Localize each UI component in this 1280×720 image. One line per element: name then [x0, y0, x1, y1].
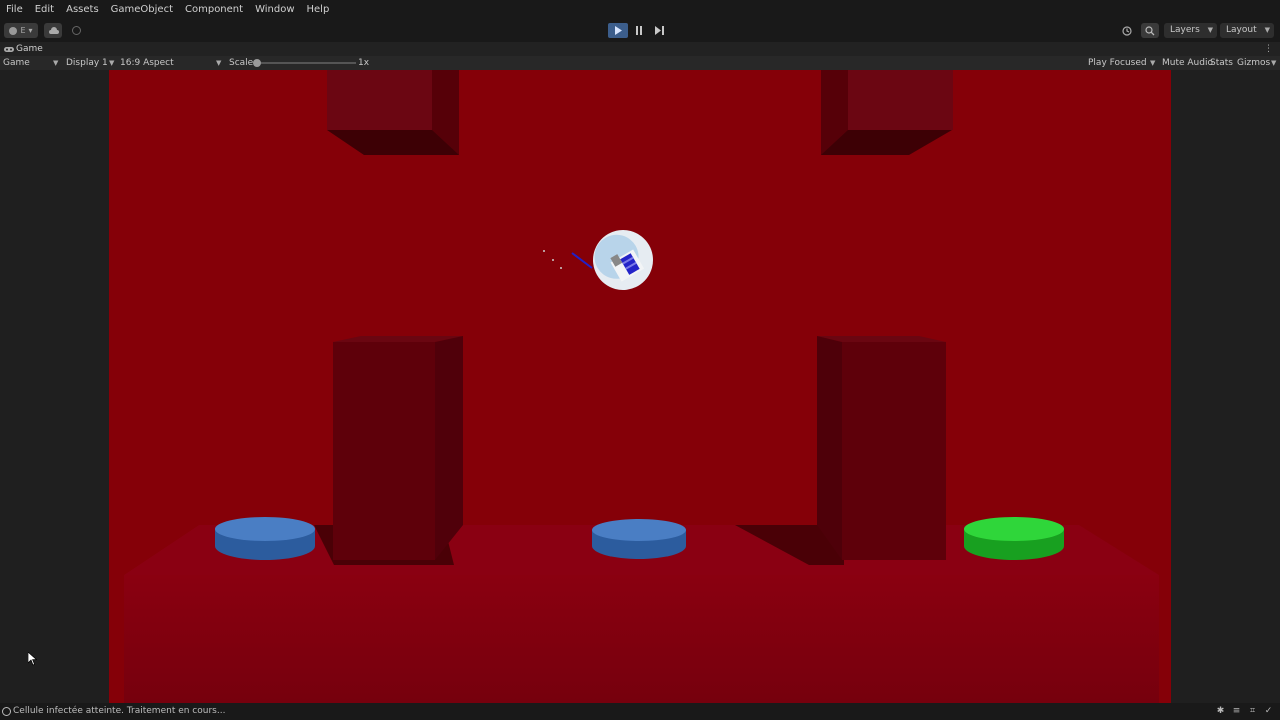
tab-bar: Game ⋮ — [0, 42, 1280, 56]
pause-icon — [635, 26, 642, 35]
menu-file[interactable]: File — [0, 0, 29, 20]
network-icon[interactable]: ⌗ — [1247, 706, 1258, 717]
chevron-down-icon: ▼ — [109, 59, 115, 67]
playback-controls — [608, 23, 670, 38]
scale-value: 1x — [358, 58, 370, 68]
kebab-menu-icon[interactable]: ⋮ — [1264, 42, 1273, 56]
gamepad-icon — [4, 46, 14, 52]
database-icon[interactable]: ≡ — [1231, 706, 1242, 717]
mute-audio-toggle[interactable]: Mute Audio — [1162, 56, 1213, 70]
layout-label: Layout — [1226, 25, 1257, 35]
play-button[interactable] — [608, 23, 628, 38]
account-icon — [9, 26, 18, 35]
cloud-button[interactable] — [44, 23, 62, 38]
search-icon — [1145, 25, 1155, 35]
status-message[interactable]: Cellule infectée atteinte. Traitement en… — [13, 703, 225, 720]
menu-bar: File Edit Assets GameObject Component Wi… — [0, 0, 1280, 20]
display-dropdown[interactable]: Display 1 ▼ — [66, 56, 116, 70]
search-button[interactable] — [1141, 23, 1159, 38]
account-button[interactable]: E ▾ — [4, 23, 38, 38]
menu-help[interactable]: Help — [301, 0, 336, 20]
ceiling-pillar-right-front — [848, 70, 953, 130]
platform-blue-left-top — [215, 517, 315, 541]
play-mode-label: Play Focused — [1088, 58, 1147, 68]
history-button[interactable] — [1118, 23, 1136, 38]
stats-toggle[interactable]: Stats — [1210, 56, 1233, 70]
game-scene — [109, 70, 1171, 703]
scale-slider-handle[interactable] — [253, 59, 261, 67]
layout-dropdown[interactable]: Layout ▼ — [1220, 23, 1274, 38]
platform-green-top — [964, 517, 1064, 541]
view-mode-label: Game — [3, 58, 30, 68]
step-button[interactable] — [649, 23, 669, 38]
particle — [543, 250, 545, 252]
floor-pillar-left-front — [333, 342, 435, 560]
floor-pillar-left-side — [435, 336, 463, 560]
aspect-dropdown[interactable]: 16:9 Aspect ▼ — [120, 56, 223, 70]
particle — [552, 259, 554, 261]
main-toolbar: E ▾ Layers ▼ Layout ▼ — [0, 20, 1280, 42]
chevron-down-icon: ▼ — [53, 59, 59, 67]
display-label: Display 1 — [66, 58, 108, 68]
chevron-down-icon: ▼ — [1271, 59, 1277, 67]
tab-game-label: Game — [16, 44, 43, 54]
chevron-down-icon: ▼ — [1150, 59, 1156, 67]
history-icon — [1122, 25, 1132, 36]
menu-component[interactable]: Component — [179, 0, 249, 20]
chevron-down-icon: ▼ — [1207, 26, 1213, 34]
floor-pillar-right-side — [817, 336, 842, 560]
ceiling-pillar-left-front — [327, 70, 432, 130]
game-render[interactable] — [109, 70, 1171, 703]
cloud-icon — [48, 26, 59, 34]
floor-pillar-right-front — [842, 342, 946, 560]
status-bar: Cellule infectée atteinte. Traitement en… — [0, 703, 1280, 720]
collab-button[interactable] — [67, 23, 85, 38]
gizmos-dropdown[interactable]: Gizmos ▼ — [1237, 56, 1277, 70]
info-icon — [2, 707, 11, 716]
collab-icon — [71, 26, 81, 35]
play-mode-dropdown[interactable]: Play Focused ▼ — [1088, 56, 1156, 70]
game-view-bar: Game ▼ Display 1 ▼ 16:9 Aspect ▼ Scale 1… — [0, 56, 1280, 70]
aspect-label: 16:9 Aspect — [120, 58, 174, 68]
chevron-down-icon: ▼ — [1264, 26, 1270, 34]
play-icon — [614, 26, 622, 35]
view-mode-dropdown[interactable]: Game ▼ — [3, 56, 58, 70]
gizmos-label: Gizmos — [1237, 58, 1271, 68]
scale-label: Scale — [229, 58, 254, 68]
step-icon — [654, 26, 664, 35]
tab-game[interactable]: Game — [0, 42, 49, 56]
chevron-down-icon: ▼ — [216, 59, 222, 67]
floor-front — [124, 575, 1159, 703]
scale-slider[interactable] — [253, 59, 356, 67]
menu-gameobject[interactable]: GameObject — [105, 0, 179, 20]
status-icons: ✱ ≡ ⌗ ✓ — [1215, 706, 1274, 717]
pause-button[interactable] — [629, 23, 649, 38]
account-label: E — [20, 26, 26, 35]
layers-label: Layers — [1170, 25, 1200, 35]
menu-edit[interactable]: Edit — [29, 0, 60, 20]
particle — [560, 267, 562, 269]
menu-window[interactable]: Window — [249, 0, 300, 20]
mouse-cursor-icon — [28, 652, 37, 666]
check-icon[interactable]: ✓ — [1263, 706, 1274, 717]
layers-dropdown[interactable]: Layers ▼ — [1164, 23, 1217, 38]
bug-icon[interactable]: ✱ — [1215, 706, 1226, 717]
platform-blue-center-top — [592, 519, 686, 541]
menu-assets[interactable]: Assets — [60, 0, 105, 20]
